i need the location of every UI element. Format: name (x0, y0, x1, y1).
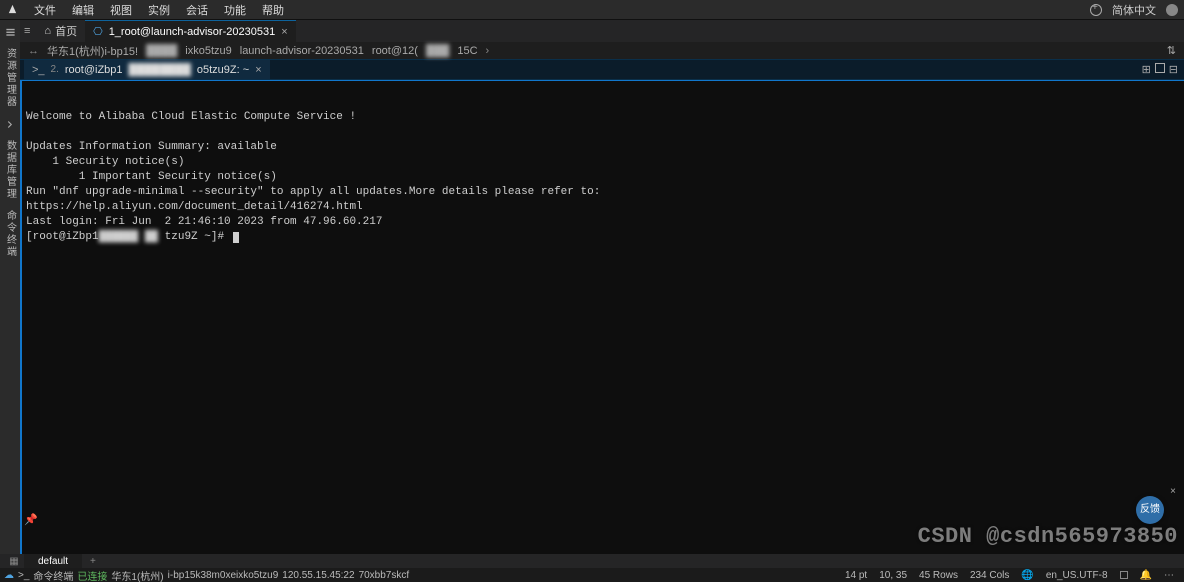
terminal-tab-label: 1_root@launch-advisor-20230531 (109, 26, 276, 38)
breadcrumb-host[interactable]: launch-advisor-20230531 (240, 45, 364, 57)
sidebar-item-database[interactable]: 数据库管理 (3, 140, 18, 200)
breadcrumb-bar: ↔ 华东1(杭州)i-bp15! ████ ixko5tzu9 launch-a… (20, 42, 1184, 60)
sidebar-toggle-icon[interactable] (4, 26, 16, 38)
inner-tab-suffix: o5tzu9Z: ~ (197, 64, 249, 76)
status-term-label: 命令终端 (33, 568, 73, 582)
status-rows: 45 Rows (919, 570, 958, 581)
breadcrumb-blur-2: ███ (426, 45, 449, 57)
add-panel-icon[interactable]: ⊞ (1142, 63, 1151, 76)
menu-bar: 文件 编辑 视图 实例 会话 功能 帮助 (28, 0, 290, 20)
status-encoding[interactable]: en_US.UTF-8 (1046, 570, 1108, 581)
breadcrumb-user[interactable]: root@12( (372, 45, 418, 57)
terminal-output[interactable]: Welcome to Alibaba Cloud Elastic Compute… (20, 80, 1184, 554)
status-ip: 120.55.15.45:22 (282, 570, 354, 581)
topbar-right: 简体中文 (1090, 2, 1178, 18)
term-line-welcome: Welcome to Alibaba Cloud Elastic Compute… (26, 111, 356, 123)
status-left-group: ☁ >_ 命令终端 已连接 华东1(杭州) i-bp15k38m0xeixko5… (4, 568, 409, 582)
inner-tab-blur: ████████ (129, 64, 191, 76)
globe-icon: 🌐 (1021, 570, 1033, 581)
sidebar-item-terminal[interactable]: 命令终端 (3, 210, 18, 258)
main-area: 资源管理器 数据库管理 命令终端 ≡ ⌂ 首页 ⎔ 1_root@launch-… (0, 20, 1184, 554)
status-instance: i-bp15k38m0xeixko5tzu9 (168, 570, 279, 581)
language-selector[interactable]: 简体中文 (1112, 2, 1156, 18)
tab-terminal-session[interactable]: ⎔ 1_root@launch-advisor-20230531 × (85, 20, 296, 42)
inner-tab-right-icons: ⊞ ⊟ (1142, 63, 1184, 76)
status-cols: 234 Cols (970, 570, 1009, 581)
inner-tab-label: root@iZbp1 (65, 64, 123, 76)
horizontal-list-icon[interactable]: ≡ (24, 25, 30, 37)
more-icon[interactable]: ⋯ (1164, 570, 1174, 581)
status-square-icon[interactable] (1120, 571, 1128, 579)
term-line-url: https://help.aliyun.com/document_detail/… (26, 201, 363, 213)
tab-nav-icons: ≡ (24, 25, 30, 37)
status-hash: 70xbb7skcf (359, 570, 410, 581)
transfer-icon[interactable]: ⇅ (1167, 44, 1176, 57)
bottom-tab-default[interactable]: default (24, 554, 82, 568)
term-line-imp: 1 Important Security notice(s) (26, 171, 277, 183)
content-area: ≡ ⌂ 首页 ⎔ 1_root@launch-advisor-20230531 … (20, 20, 1184, 554)
term-prompt-line: [root@iZbp1██████ ██ tzu9Z ~]# (26, 231, 239, 243)
breadcrumb-actions: ⇅ (1167, 44, 1176, 57)
term-line-run: Run "dnf upgrade-minimal --security" to … (26, 186, 600, 198)
chevron-right-icon: › (486, 45, 490, 57)
user-avatar-icon[interactable] (1166, 4, 1178, 16)
status-right-group: 14 pt 10, 35 45 Rows 234 Cols 🌐 en_US.UT… (845, 570, 1180, 581)
inner-terminal-tab-bar: >_ 2. root@iZbp1 ████████ o5tzu9Z: ~ × ⊞… (20, 60, 1184, 80)
status-cursor: 10, 35 (879, 570, 907, 581)
top-menu-bar: 文件 编辑 视图 实例 会话 功能 帮助 简体中文 (0, 0, 1184, 20)
fab-close-icon[interactable]: × (1170, 485, 1176, 500)
terminal-tab-icon: ⎔ (93, 25, 103, 38)
activity-sidebar: 资源管理器 数据库管理 命令终端 (0, 20, 20, 554)
bottom-bar-icon[interactable]: ▦ (4, 556, 24, 567)
term-line-last-login: Last login: Fri Jun 2 21:46:10 2023 from… (26, 216, 382, 228)
feedback-button[interactable]: 反馈 (1136, 496, 1164, 524)
cloud-icon[interactable]: ☁ (4, 570, 14, 581)
status-bar: ☁ >_ 命令终端 已连接 华东1(杭州) i-bp15k38m0xeixko5… (0, 568, 1184, 582)
cursor-icon (233, 232, 239, 243)
menu-function[interactable]: 功能 (218, 0, 252, 20)
breadcrumb-mode: 15C (457, 45, 477, 57)
close-icon[interactable]: × (255, 64, 261, 76)
term-line-updates-header: Updates Information Summary: available (26, 141, 277, 153)
split-vertical-icon[interactable] (1155, 63, 1165, 73)
status-fontsize[interactable]: 14 pt (845, 570, 867, 581)
terminal-status-icon[interactable]: >_ (18, 570, 29, 581)
tab-home[interactable]: ⌂ 首页 (36, 20, 85, 42)
breadcrumb-inst-suffix: ixko5tzu9 (185, 45, 231, 57)
link-icon: ↔ (28, 45, 39, 57)
bell-icon[interactable]: 🔔 (1140, 570, 1152, 581)
menu-session[interactable]: 会话 (180, 0, 214, 20)
prompt-icon: >_ (32, 64, 45, 76)
menu-instance[interactable]: 实例 (142, 0, 176, 20)
minimize-icon[interactable]: ⊟ (1169, 63, 1178, 76)
term-line-sec: 1 Security notice(s) (26, 156, 184, 168)
home-tab-label: 首页 (55, 23, 77, 39)
expand-icon[interactable] (4, 118, 16, 130)
breadcrumb-blur-1: ████ (146, 45, 177, 57)
menu-view[interactable]: 视图 (104, 0, 138, 20)
add-tab-button[interactable]: + (82, 556, 104, 567)
status-connection: 已连接 (77, 568, 107, 582)
menu-file[interactable]: 文件 (28, 0, 62, 20)
menu-edit[interactable]: 编辑 (66, 0, 100, 20)
pin-icon[interactable]: 📌 (24, 513, 38, 526)
add-icon[interactable] (1090, 4, 1102, 16)
home-icon: ⌂ (44, 25, 51, 37)
menu-help[interactable]: 帮助 (256, 0, 290, 20)
breadcrumb-region[interactable]: 华东1(杭州)i-bp15! (47, 43, 138, 59)
bottom-tab-strip: ▦ default + (0, 554, 1184, 568)
sidebar-item-explorer[interactable]: 资源管理器 (3, 48, 18, 108)
term-prompt-blur: ██████ ██ (99, 231, 165, 243)
inner-terminal-tab[interactable]: >_ 2. root@iZbp1 ████████ o5tzu9Z: ~ × (24, 60, 270, 79)
status-region: 华东1(杭州) (111, 568, 163, 582)
app-logo-icon (6, 4, 18, 16)
editor-tab-bar: ≡ ⌂ 首页 ⎔ 1_root@launch-advisor-20230531 … (20, 20, 1184, 42)
close-icon[interactable]: × (281, 26, 287, 38)
watermark-text: CSDN @csdn565973850 (918, 529, 1178, 544)
term-prompt-prefix: [root@iZbp1 (26, 231, 99, 243)
inner-tab-index: 2. (51, 64, 59, 75)
feedback-label: 反馈 (1140, 503, 1160, 518)
term-prompt-suffix: tzu9Z ~]# (165, 231, 224, 243)
